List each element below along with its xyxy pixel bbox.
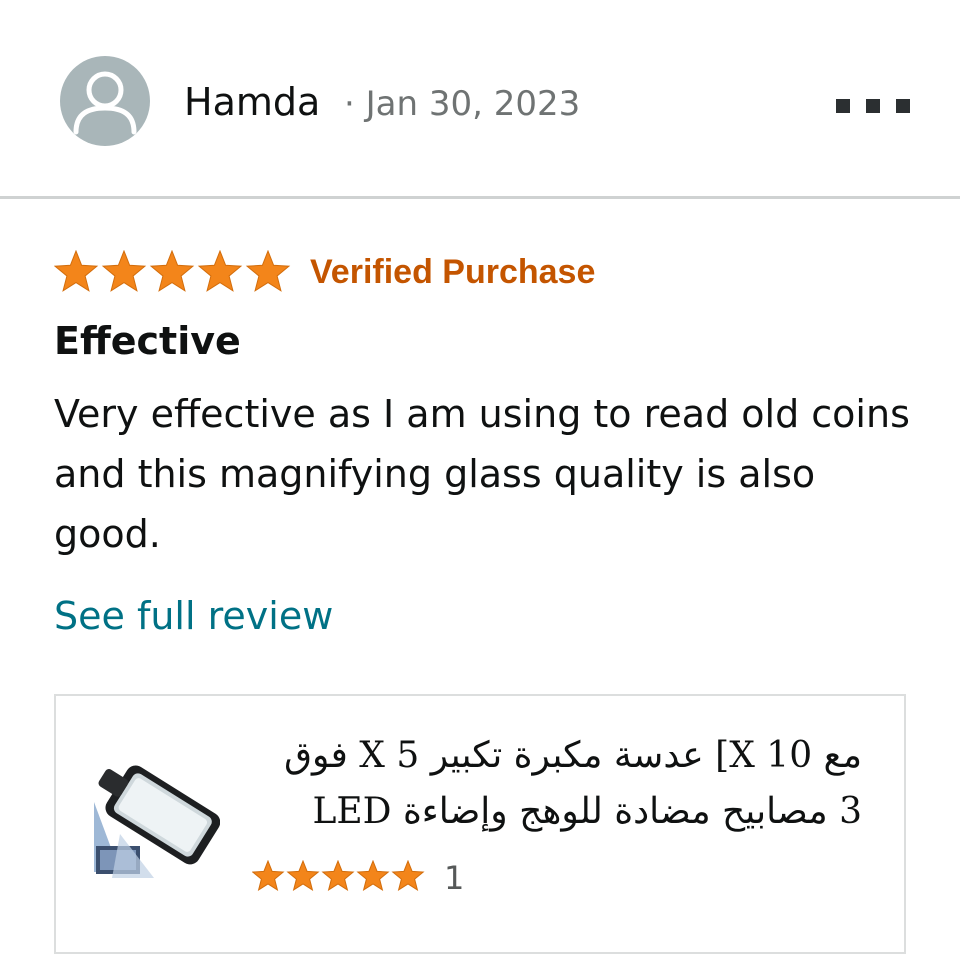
star-icon	[252, 860, 285, 892]
review-date: · Jan 30, 2023	[344, 84, 581, 124]
user-silhouette-icon	[73, 71, 137, 135]
star-icon	[321, 860, 355, 892]
product-card[interactable]: مع 10 X] عدسة مكبرة تكبير 5 X فوق 3 مصاب…	[54, 694, 906, 954]
star-icon	[391, 860, 425, 892]
review-title: Effective	[54, 319, 241, 363]
review-body: Very effective as I am using to read old…	[54, 392, 910, 556]
verified-purchase-badge: Verified Purchase	[310, 253, 596, 291]
see-full-review-link[interactable]: See full review	[54, 590, 333, 642]
star-icon	[101, 250, 147, 292]
review-header: Hamda · Jan 30, 2023	[0, 0, 960, 198]
product-star-rating	[252, 860, 425, 892]
star-icon	[245, 250, 291, 292]
header-divider	[0, 196, 960, 199]
avatar[interactable]	[60, 56, 150, 146]
magnifying-glass-product-image	[90, 762, 220, 880]
star-icon	[286, 860, 320, 892]
rating-count[interactable]: 1	[444, 858, 464, 898]
star-icon	[356, 860, 390, 892]
reviewer-name[interactable]: Hamda	[184, 78, 320, 126]
star-icon	[197, 250, 243, 292]
more-options-icon[interactable]	[836, 99, 912, 113]
star-icon	[149, 250, 195, 292]
product-title[interactable]: مع 10 X] عدسة مكبرة تكبير 5 X فوق 3 مصاب…	[252, 728, 862, 840]
star-icon	[54, 250, 99, 292]
star-rating	[54, 250, 291, 292]
